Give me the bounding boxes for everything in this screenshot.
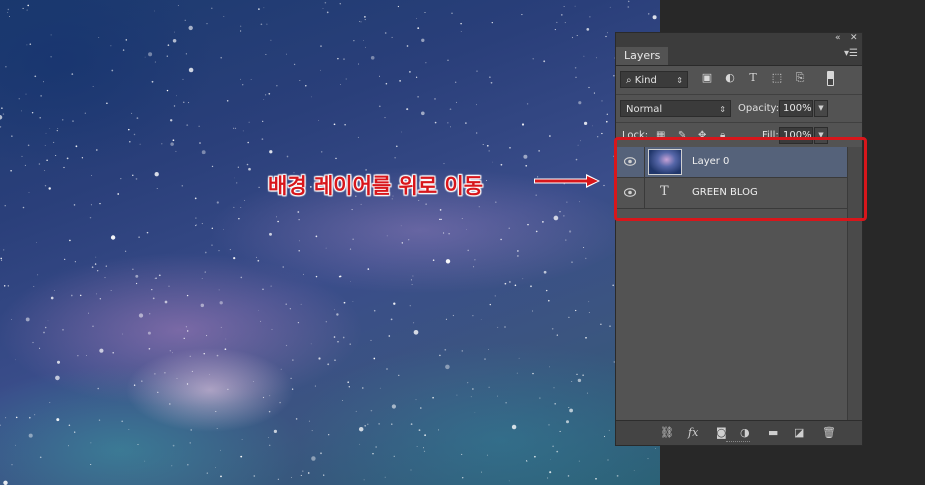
- link-icon[interactable]: ⛓: [660, 426, 674, 439]
- starfield-image: [0, 0, 658, 485]
- annotation-text: 배경 레이어를 위로 이동: [268, 174, 484, 198]
- tab-layers[interactable]: Layers: [616, 47, 669, 65]
- filter-toggle[interactable]: [827, 71, 834, 86]
- document-canvas[interactable]: [0, 0, 660, 485]
- kind-filter-dropdown[interactable]: ⌕ Kind ⇕: [620, 71, 688, 88]
- fx-icon[interactable]: fx: [688, 426, 698, 439]
- search-icon: ⌕: [626, 75, 635, 86]
- adjustment-filter-icon[interactable]: ◐: [724, 72, 736, 84]
- chevron-updown-icon: ⇕: [676, 76, 683, 85]
- layers-panel: « ✕ Layers ▾☰ ⌕ Kind ⇕ ▣ ◐ T ⬚ ⎘ Normal …: [615, 32, 863, 446]
- double-chevron-icon[interactable]: «: [835, 33, 841, 43]
- opacity-label: Opacity:: [738, 103, 780, 114]
- image-filter-icon[interactable]: ▣: [701, 72, 713, 84]
- blend-mode-value: Normal: [626, 104, 663, 115]
- panel-tab-row: Layers ▾☰: [616, 45, 862, 66]
- annotation-arrow-icon: [534, 174, 600, 188]
- resize-grip[interactable]: [726, 441, 750, 444]
- panel-top-bar: « ✕: [616, 33, 862, 45]
- new-layer-icon[interactable]: ◪: [794, 426, 804, 439]
- close-icon[interactable]: ✕: [850, 33, 858, 43]
- chevron-updown-icon: ⇕: [719, 105, 726, 114]
- mask-icon[interactable]: ◙: [716, 426, 727, 439]
- opacity-dropdown-button[interactable]: ▼: [814, 100, 828, 117]
- shape-filter-icon[interactable]: ⬚: [771, 72, 783, 84]
- type-filter-icon[interactable]: T: [747, 72, 759, 84]
- filter-row: ⌕ Kind ⇕ ▣ ◐ T ⬚ ⎘: [616, 66, 862, 95]
- layers-bottom-bar: ⛓ fx ◙ ◑ ▬ ◪ 🗑︎: [616, 420, 862, 445]
- kind-label: Kind: [634, 75, 657, 86]
- blend-row: Normal ⇕ Opacity: 100% ▼: [616, 95, 862, 123]
- panel-menu-icon[interactable]: ▾☰: [844, 48, 858, 59]
- folder-icon[interactable]: ▬: [768, 426, 778, 439]
- adjustment-icon[interactable]: ◑: [740, 426, 750, 439]
- smart-object-filter-icon[interactable]: ⎘: [794, 72, 806, 84]
- trash-icon[interactable]: 🗑︎: [822, 426, 836, 439]
- highlight-box: [614, 137, 867, 221]
- blend-mode-dropdown[interactable]: Normal ⇕: [620, 100, 731, 117]
- opacity-input[interactable]: 100%: [779, 100, 813, 117]
